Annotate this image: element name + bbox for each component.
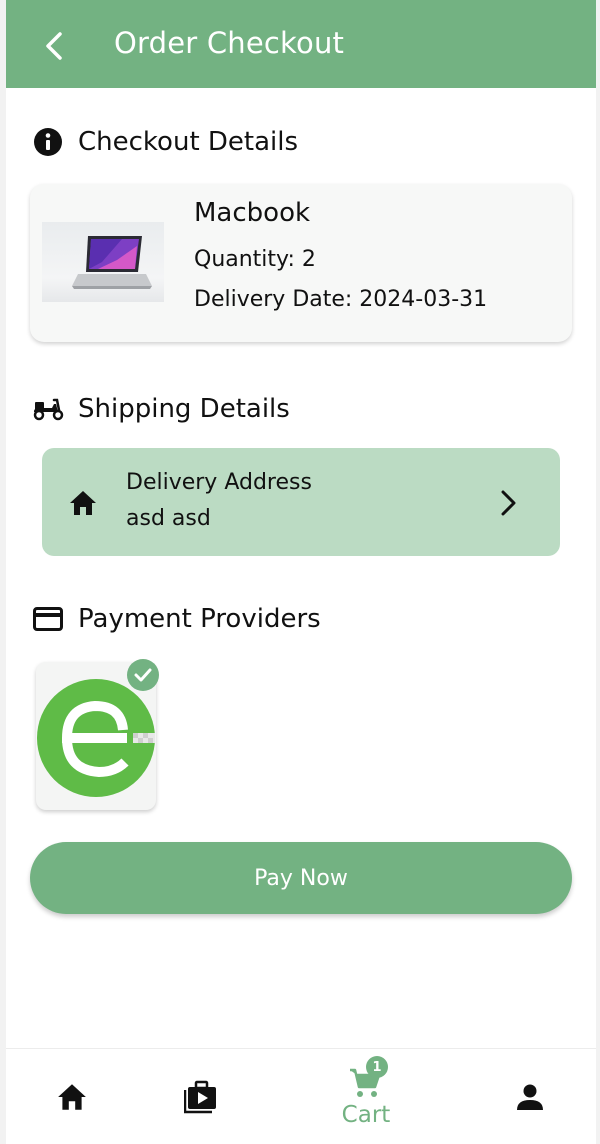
shipping-details-label: Shipping Details — [78, 394, 290, 424]
checkout-details-label: Checkout Details — [78, 127, 299, 157]
product-quantity: Quantity: 2 — [194, 247, 316, 272]
video-library-icon — [184, 1080, 216, 1114]
cart-count-badge: 1 — [366, 1056, 388, 1078]
product-delivery-date: Delivery Date: 2024-03-31 — [194, 287, 488, 312]
info-icon — [32, 126, 64, 158]
bottom-navigation: 1 Cart — [6, 1048, 596, 1144]
left-edge — [0, 0, 6, 1144]
person-icon — [517, 1084, 543, 1110]
shipping-details-heading: Shipping Details — [32, 391, 290, 427]
credit-card-icon — [32, 603, 64, 635]
delivery-address-label: Delivery Address — [126, 470, 312, 495]
esewa-logo-icon — [37, 679, 155, 797]
product-name: Macbook — [194, 198, 311, 228]
scooter-icon — [32, 393, 64, 425]
pay-now-button[interactable]: Pay Now — [30, 842, 572, 914]
payment-providers-label: Payment Providers — [78, 604, 321, 634]
nav-profile[interactable] — [504, 1049, 556, 1144]
home-icon — [58, 1084, 86, 1110]
back-arrow-icon — [46, 32, 62, 60]
chevron-right-icon — [501, 490, 516, 516]
selected-check-icon — [127, 659, 159, 691]
back-button[interactable] — [34, 26, 74, 66]
checkout-details-heading: Checkout Details — [32, 124, 298, 160]
product-image — [42, 222, 164, 302]
page-title: Order Checkout — [114, 26, 345, 60]
delivery-address-value: asd asd — [126, 506, 211, 531]
nav-cart[interactable]: 1 Cart — [328, 1049, 404, 1144]
cart-label: Cart — [341, 1102, 391, 1128]
home-icon — [70, 491, 96, 515]
payment-providers-heading: Payment Providers — [32, 601, 321, 637]
product-card: Macbook Quantity: 2 Delivery Date: 2024-… — [30, 184, 572, 342]
right-edge — [596, 0, 600, 1144]
delivery-address-card[interactable]: Delivery Address asd asd — [42, 448, 560, 556]
nav-media[interactable] — [176, 1049, 228, 1144]
app-bar: Order Checkout — [6, 0, 596, 88]
nav-home[interactable] — [46, 1049, 98, 1144]
